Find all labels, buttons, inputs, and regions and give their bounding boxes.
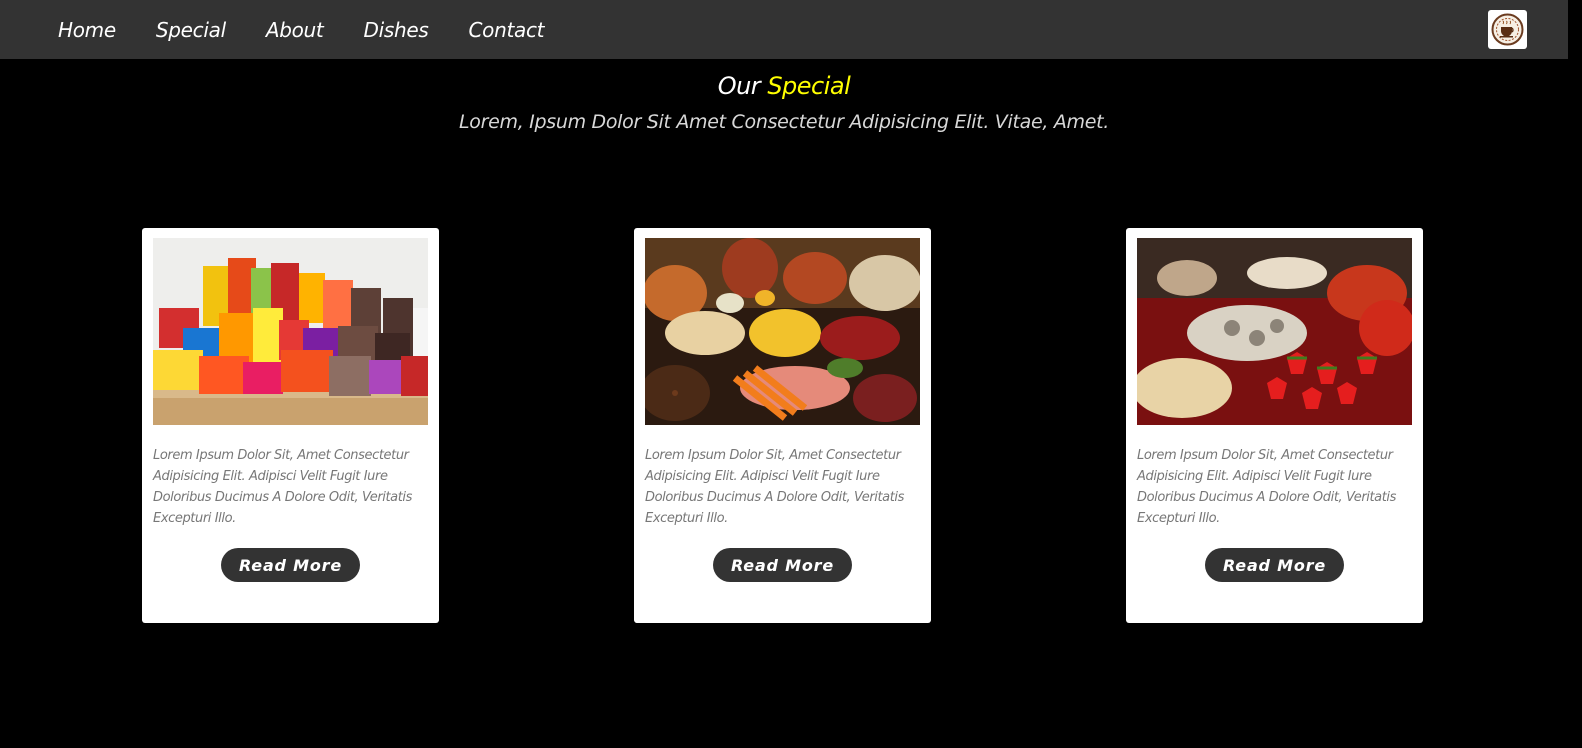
nav-link-dishes[interactable]: Dishes (363, 18, 428, 42)
nav-links: Home Special About Dishes Contact (58, 0, 584, 59)
packaged-snacks-image (153, 238, 428, 425)
read-more-button[interactable]: Read More (713, 548, 852, 582)
scrollbar[interactable] (1568, 0, 1582, 748)
navbar: Home Special About Dishes Contact (0, 0, 1568, 59)
read-more-button[interactable]: Read More (221, 548, 360, 582)
nav-link-home[interactable]: Home (58, 18, 116, 42)
fruit-platter-icon (1137, 238, 1412, 425)
fresh-foods-image (645, 238, 920, 425)
logo[interactable] (1488, 10, 1527, 49)
special-card: Lorem Ipsum Dolor Sit, Amet Consectetur … (142, 228, 439, 623)
card-description: Lorem Ipsum Dolor Sit, Amet Consectetur … (645, 448, 905, 526)
nav-link-about[interactable]: About (266, 18, 324, 42)
special-card: Lorem Ipsum Dolor Sit, Amet Consectetur … (634, 228, 931, 623)
section-title-accent: Special (767, 72, 851, 100)
card-description: Lorem Ipsum Dolor Sit, Amet Consectetur … (1137, 448, 1397, 526)
nav-link-contact[interactable]: Contact (468, 18, 544, 42)
read-more-button[interactable]: Read More (1205, 548, 1344, 582)
fruit-platter-image (1137, 238, 1412, 425)
card-description: Lorem Ipsum Dolor Sit, Amet Consectetur … (153, 448, 413, 526)
section-title: Our Special (0, 72, 1568, 100)
nav-link-special[interactable]: Special (156, 18, 226, 42)
packaged-snacks-icon (153, 238, 428, 425)
special-card: Lorem Ipsum Dolor Sit, Amet Consectetur … (1126, 228, 1423, 623)
coffee-cup-logo-icon (1491, 13, 1524, 46)
section-title-prefix: Our (717, 72, 761, 100)
fresh-foods-icon (645, 238, 920, 425)
section-subtitle: Lorem, Ipsum Dolor Sit Amet Consectetur … (458, 111, 1110, 133)
